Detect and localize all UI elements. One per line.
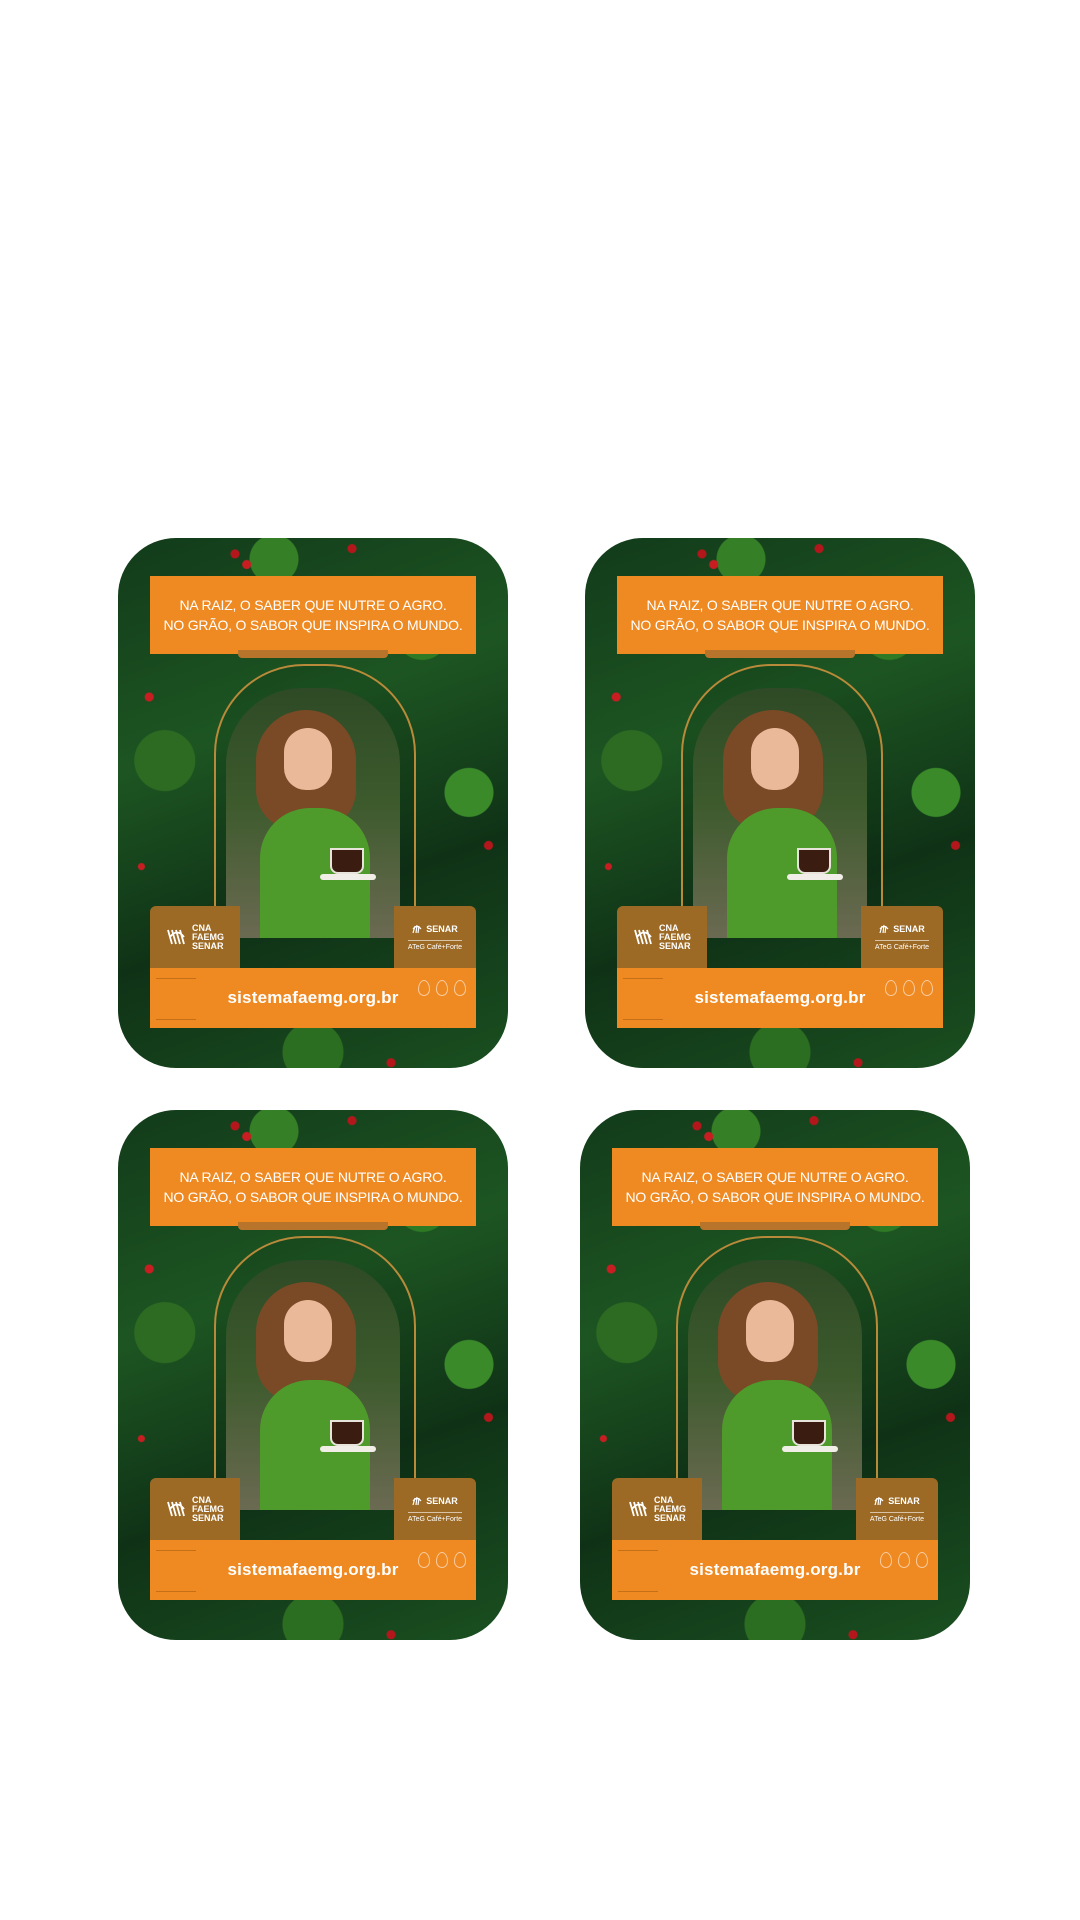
print-sheet: NA RAIZ, O SABER QUE NUTRE O AGRO. NO GR…: [0, 0, 1080, 1920]
banner-tab: [238, 650, 388, 658]
woman-with-coffee-photo: [693, 688, 867, 938]
headline-line-2: NO GRÃO, O SABOR QUE INSPIRA O MUNDO.: [163, 617, 463, 633]
senar-logo-icon: [412, 924, 422, 933]
coffee-cup: [330, 1420, 364, 1446]
headline-line-2: NO GRÃO, O SABOR QUE INSPIRA O MUNDO.: [630, 617, 930, 633]
footer-banner: sistemafaemg.org.br: [617, 968, 943, 1028]
cna-faemg-senar-logo-icon: [167, 929, 185, 945]
banner-tab: [705, 650, 855, 658]
website-url[interactable]: sistemafaemg.org.br: [227, 988, 398, 1008]
banner-tab: [700, 1222, 850, 1230]
banner-tab: [238, 1222, 388, 1230]
senar-logo: SENAR ATeG Café+Forte: [861, 906, 943, 968]
woman-with-coffee-photo: [688, 1260, 862, 1510]
woman-with-coffee-photo: [226, 1260, 400, 1510]
coaster-card: NA RAIZ, O SABER QUE NUTRE O AGRO. NO GR…: [580, 1110, 970, 1640]
senar-logo: SENAR ATeG Café+Forte: [394, 1478, 476, 1540]
cna-faemg-senar-logo: CNA FAEMG SENAR: [150, 906, 240, 968]
headline-banner: NA RAIZ, O SABER QUE NUTRE O AGRO. NO GR…: [150, 1148, 476, 1226]
coffee-cup: [797, 848, 831, 874]
footer-banner: sistemafaemg.org.br: [612, 1540, 938, 1600]
cna-faemg-senar-logo: CNA FAEMG SENAR: [612, 1478, 702, 1540]
drops-decoration: [880, 1552, 928, 1568]
headline-line-1: NA RAIZ, O SABER QUE NUTRE O AGRO.: [179, 1169, 447, 1185]
headline-line-1: NA RAIZ, O SABER QUE NUTRE O AGRO.: [646, 597, 914, 613]
cna-faemg-senar-logo: CNA FAEMG SENAR: [150, 1478, 240, 1540]
cna-faemg-senar-logo-icon: [634, 929, 652, 945]
coaster-card: NA RAIZ, O SABER QUE NUTRE O AGRO. NO GR…: [118, 1110, 508, 1640]
website-url[interactable]: sistemafaemg.org.br: [689, 1560, 860, 1580]
headline-line-2: NO GRÃO, O SABOR QUE INSPIRA O MUNDO.: [625, 1189, 925, 1205]
cna-faemg-senar-logo-icon: [629, 1501, 647, 1517]
headline-line-1: NA RAIZ, O SABER QUE NUTRE O AGRO.: [641, 1169, 909, 1185]
woman-with-coffee-photo: [226, 688, 400, 938]
cna-faemg-senar-logo: CNA FAEMG SENAR: [617, 906, 707, 968]
coaster-card: NA RAIZ, O SABER QUE NUTRE O AGRO. NO GR…: [118, 538, 508, 1068]
senar-logo-icon: [874, 1496, 884, 1505]
senar-logo: SENAR ATeG Café+Forte: [394, 906, 476, 968]
cna-faemg-senar-logo-icon: [167, 1501, 185, 1517]
drops-decoration: [418, 980, 466, 996]
coaster-card: NA RAIZ, O SABER QUE NUTRE O AGRO. NO GR…: [585, 538, 975, 1068]
footer-banner: sistemafaemg.org.br: [150, 1540, 476, 1600]
headline-banner: NA RAIZ, O SABER QUE NUTRE O AGRO. NO GR…: [617, 576, 943, 654]
drops-decoration: [418, 1552, 466, 1568]
senar-logo-icon: [412, 1496, 422, 1505]
headline-line-2: NO GRÃO, O SABOR QUE INSPIRA O MUNDO.: [163, 1189, 463, 1205]
senar-logo: SENAR ATeG Café+Forte: [856, 1478, 938, 1540]
coffee-cup: [330, 848, 364, 874]
footer-banner: sistemafaemg.org.br: [150, 968, 476, 1028]
drops-decoration: [885, 980, 933, 996]
website-url[interactable]: sistemafaemg.org.br: [694, 988, 865, 1008]
senar-logo-icon: [879, 924, 889, 933]
website-url[interactable]: sistemafaemg.org.br: [227, 1560, 398, 1580]
headline-line-1: NA RAIZ, O SABER QUE NUTRE O AGRO.: [179, 597, 447, 613]
headline-banner: NA RAIZ, O SABER QUE NUTRE O AGRO. NO GR…: [612, 1148, 938, 1226]
coffee-cup: [792, 1420, 826, 1446]
headline-banner: NA RAIZ, O SABER QUE NUTRE O AGRO. NO GR…: [150, 576, 476, 654]
